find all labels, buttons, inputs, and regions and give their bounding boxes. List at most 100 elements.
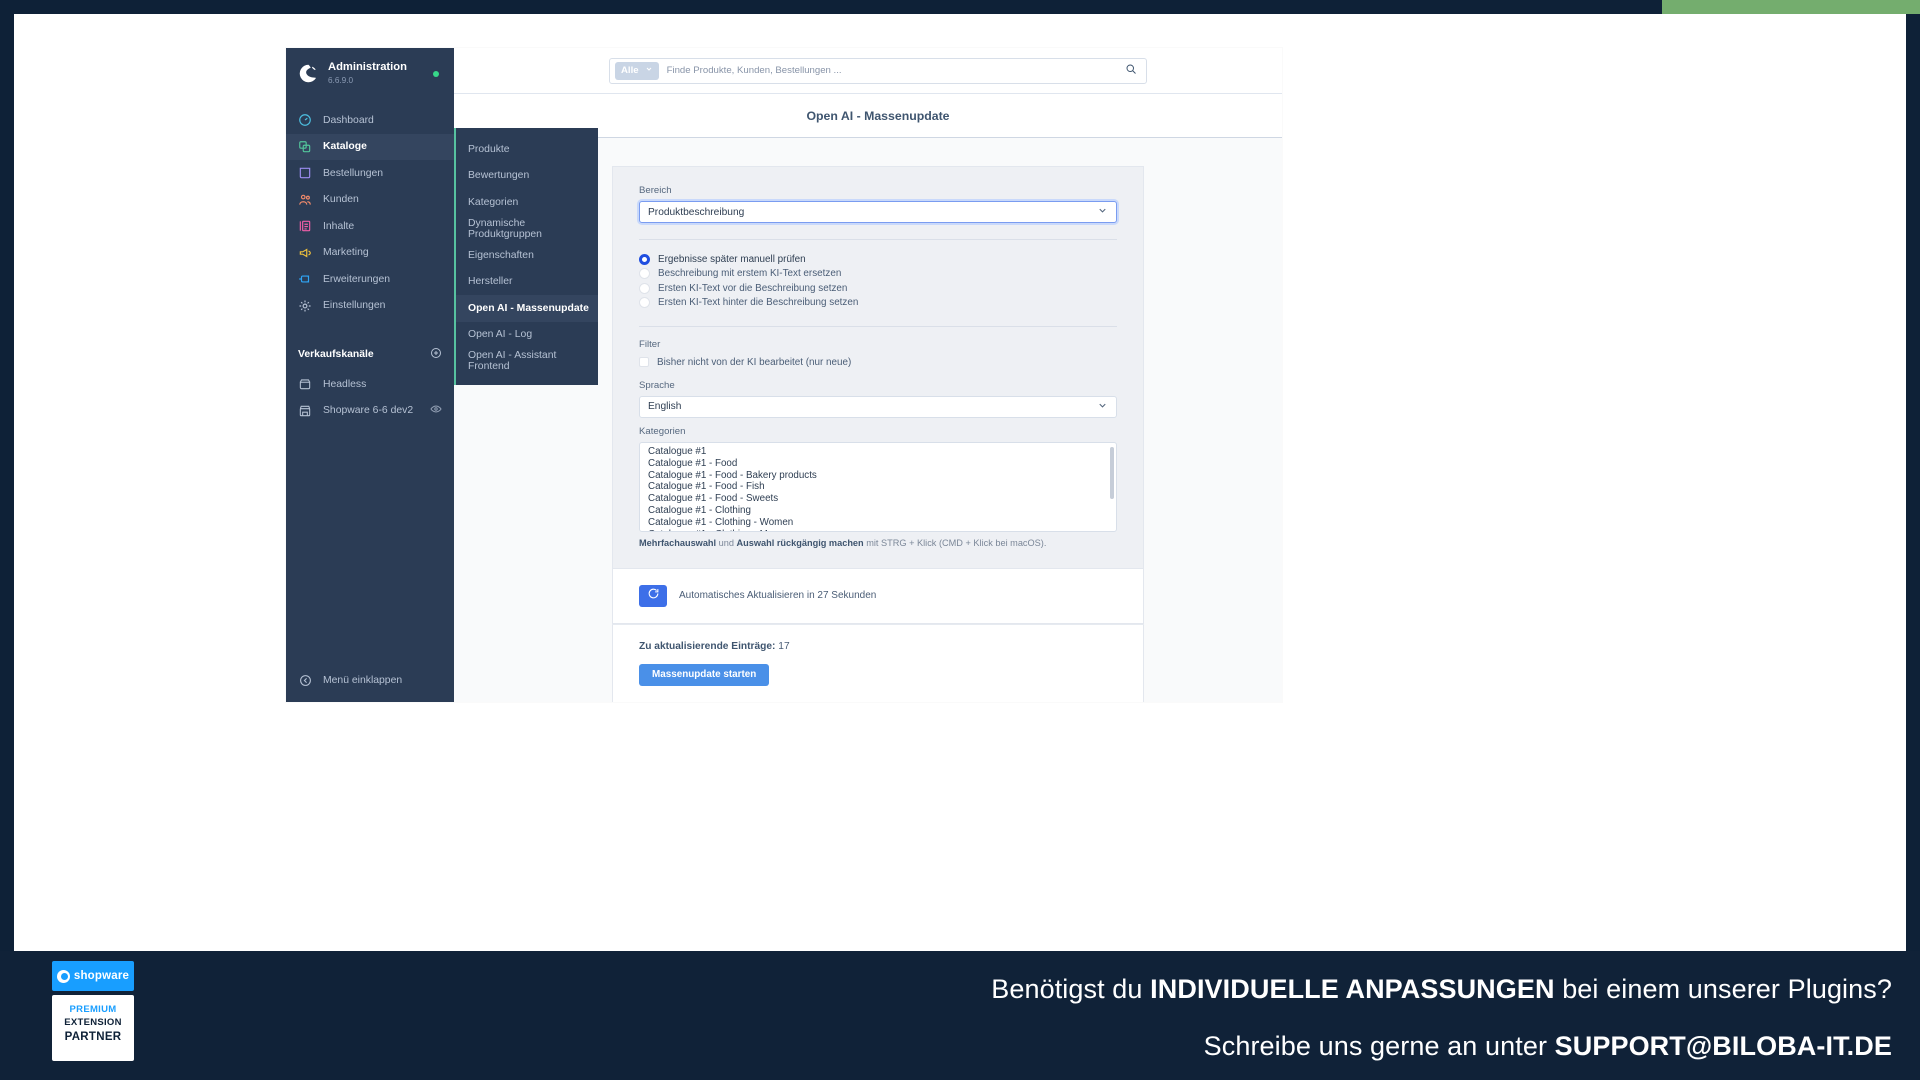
flyout-item-open-ai-assistant-frontend[interactable]: Open AI - Assistant Frontend [456, 348, 598, 375]
flyout-item-label: Open AI - Assistant Frontend [468, 350, 557, 373]
radio-option-append[interactable]: Ersten KI-Text hinter die Beschreibung s… [639, 296, 1117, 311]
flyout-item-label: Open AI - Massenupdate [468, 302, 589, 314]
chevron-down-icon [645, 65, 653, 76]
hint-bold-1: Mehrfachauswahl [639, 537, 717, 548]
frame-right-upper [1906, 14, 1920, 244]
flyout-item-open-ai-massenupdate[interactable]: Open AI - Massenupdate [456, 295, 598, 322]
footer-headline-1: Benötigst du INDIVIDUELLE ANPASSUNGEN be… [0, 974, 1892, 1005]
sidebar-item-inhalte[interactable]: Inhalte [286, 213, 454, 240]
sidebar-item-headless[interactable]: Headless [286, 371, 454, 398]
sidebar-brand-title: Administration [328, 61, 407, 73]
start-massenupdate-button[interactable]: Massenupdate starten [639, 663, 770, 686]
bereich-label: Bereich [639, 185, 672, 196]
sidebar-section-label: Verkaufskanäle [298, 348, 374, 360]
entries-count-row: Zu aktualisierende Einträge: 17 [639, 641, 1117, 652]
flyout-item-open-ai-log[interactable]: Open AI - Log [456, 322, 598, 349]
catalog-flyout-menu: Produkte Bewertungen Kategorien Dynamisc… [454, 128, 598, 385]
flyout-item-label: Eigenschaften [468, 249, 534, 261]
eye-icon[interactable] [430, 403, 442, 418]
sidebar-item-label: Bestellungen [323, 167, 384, 179]
start-card: Zu aktualisierende Einträge: 17 Massenup… [612, 624, 1144, 702]
filter-label: Filter [639, 339, 661, 350]
collapse-menu-button[interactable]: Menü einklappen [286, 672, 454, 702]
bereich-select[interactable]: Produktbeschreibung [639, 201, 1117, 223]
flyout-item-label: Kategorien [468, 196, 519, 208]
flyout-item-kategorien[interactable]: Kategorien [456, 189, 598, 216]
flyout-item-bewertungen[interactable]: Bewertungen [456, 163, 598, 190]
dashboard-icon [298, 113, 312, 127]
sidebar-item-shopware-dev2[interactable]: Shopware 6-6 dev2 [286, 398, 454, 425]
entries-label: Zu aktualisierende Einträge: [639, 640, 776, 652]
multiselect-hint: Mehrfachauswahl und Auswahl rückgängig m… [639, 538, 1117, 548]
list-item[interactable]: Catalogue #1 - Food - Bakery products [640, 470, 1116, 482]
footer-text-bold: INDIVIDUELLE ANPASSUNGEN [1150, 974, 1555, 1004]
sidebar-item-kunden[interactable]: Kunden [286, 187, 454, 214]
list-item[interactable]: Catalogue #1 - Food - Fish [640, 482, 1116, 494]
radio-label: Ersten KI-Text hinter die Beschreibung s… [658, 297, 859, 309]
search-icon[interactable] [1125, 62, 1137, 80]
list-item[interactable]: Catalogue #1 - Clothing [640, 505, 1116, 517]
sidebar-item-label: Inhalte [323, 220, 355, 232]
frame-right-lower [1906, 244, 1920, 951]
sidebar-item-bestellungen[interactable]: Bestellungen [286, 160, 454, 187]
flyout-item-label: Open AI - Log [468, 329, 533, 341]
search-scope-selector[interactable]: Alle [615, 61, 659, 80]
status-dot [433, 70, 439, 77]
sidebar-brand-version: 6.6.9.0 [328, 76, 354, 85]
auto-refresh-text: Automatisches Aktualisieren in 27 Sekund… [679, 590, 877, 601]
flyout-item-label: Dynamische Produktgruppen [468, 217, 542, 240]
flyout-item-dynamische-produktgruppen[interactable]: Dynamische Produktgruppen [456, 216, 598, 243]
sidebar-item-dashboard[interactable]: Dashboard [286, 107, 454, 134]
flyout-item-eigenschaften[interactable]: Eigenschaften [456, 242, 598, 269]
search-placeholder: Finde Produkte, Kunden, Bestellungen ... [666, 65, 842, 76]
list-item[interactable]: Catalogue #1 - Clothing - Men [640, 529, 1116, 531]
radio-option-manual-check[interactable]: Ergebnisse später manuell prüfen [639, 252, 1117, 267]
filter-checkbox-not-processed[interactable]: Bisher nicht von der KI bearbeitet (nur … [639, 355, 1117, 370]
listbox-scrollbar[interactable] [1110, 446, 1114, 499]
list-item[interactable]: Catalogue #1 - Food - Sweets [640, 494, 1116, 506]
footer-text-pre: Benötigst du [991, 974, 1151, 1004]
content-icon [298, 219, 312, 233]
search-input[interactable]: Alle Finde Produkte, Kunden, Bestellunge… [609, 57, 1147, 84]
list-item[interactable]: Catalogue #1 - Clothing - Women [640, 517, 1116, 529]
flyout-item-label: Bewertungen [468, 170, 530, 182]
collapse-menu-label: Menü einklappen [323, 674, 403, 686]
sidebar-nav: Dashboard Kataloge Bestellungen Kunden I… [286, 107, 454, 319]
gear-icon [298, 299, 312, 313]
kategorien-multiselect[interactable]: Catalogue #1 Catalogue #1 - Food Catalog… [639, 441, 1117, 532]
refresh-button[interactable] [639, 584, 667, 607]
sidebar-item-label: Headless [323, 378, 367, 390]
hint-bold-2: Auswahl rückgängig machen [736, 537, 864, 548]
radio-indicator [639, 282, 650, 294]
footer-banner: shopware PREMIUM EXTENSION PARTNER Benöt… [0, 951, 1920, 1080]
add-sales-channel-icon[interactable] [430, 347, 442, 362]
checkbox-label: Bisher nicht von der KI bearbeitet (nur … [657, 356, 852, 368]
sidebar-item-erweiterungen[interactable]: Erweiterungen [286, 266, 454, 293]
sidebar-item-label: Dashboard [323, 114, 374, 126]
frame-top-dark [0, 0, 1662, 14]
sidebar-item-label: Shopware 6-6 dev2 [323, 405, 414, 417]
sidebar-item-marketing[interactable]: Marketing [286, 240, 454, 267]
badge-line-2: EXTENSION [64, 1017, 122, 1028]
radio-option-replace[interactable]: Beschreibung mit erstem KI-Text ersetzen [639, 267, 1117, 282]
auto-refresh-row: Automatisches Aktualisieren in 27 Sekund… [639, 584, 1117, 607]
sprache-selected-value: English [648, 401, 682, 412]
frame-top-green [1662, 0, 1920, 14]
collapse-icon [298, 673, 312, 687]
radio-indicator [639, 253, 650, 265]
sidebar-item-label: Kunden [323, 194, 359, 206]
sprache-select[interactable]: English [639, 395, 1117, 418]
flyout-item-produkte[interactable]: Produkte [456, 136, 598, 163]
sidebar-item-label: Einstellungen [323, 300, 386, 312]
radio-option-prepend[interactable]: Ersten KI-Text vor die Beschreibung setz… [639, 281, 1117, 296]
headless-icon [298, 377, 312, 391]
flyout-item-hersteller[interactable]: Hersteller [456, 269, 598, 296]
sidebar-item-kataloge[interactable]: Kataloge [286, 133, 454, 160]
page-title: Open AI - Massenupdate [806, 108, 950, 123]
sidebar-brand[interactable]: Administration 6.6.9.0 [286, 48, 454, 100]
shopware-admin-window: Administration 6.6.9.0 Dashboard Katalog [286, 48, 1282, 702]
list-item[interactable]: Catalogue #1 - Food [640, 458, 1116, 470]
shopware-logo-icon [298, 63, 319, 84]
list-item[interactable]: Catalogue #1 [640, 446, 1116, 459]
sidebar-item-einstellungen[interactable]: Einstellungen [286, 293, 454, 320]
